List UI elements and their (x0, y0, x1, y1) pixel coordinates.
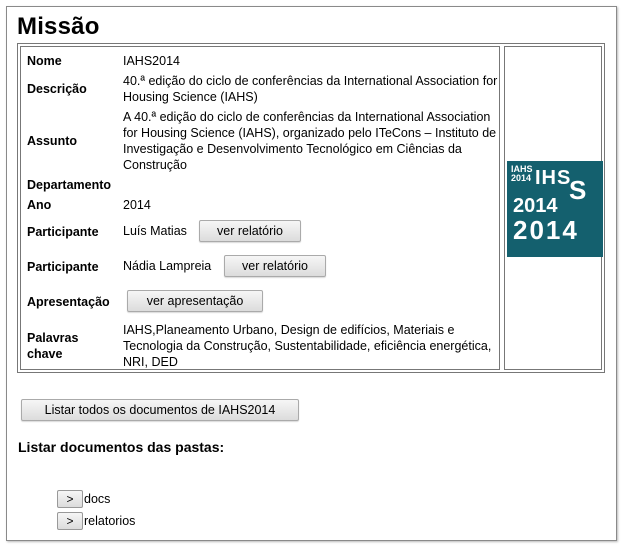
folder-name: docs (84, 491, 111, 506)
ver-relatorio-button[interactable]: ver relatório (199, 220, 301, 242)
main-panel: Missão Nome IAHS2014 Descrição 40.ª ediç… (6, 6, 617, 541)
logo-small-text: IAHS 2014 (511, 164, 533, 183)
nome-label: Nome (27, 54, 62, 68)
iahs-logo: IAHS 2014 IHS S 2014 2014 (507, 161, 603, 257)
ver-relatorio-button[interactable]: ver relatório (224, 255, 326, 277)
details-cell: Nome IAHS2014 Descrição 40.ª edição do c… (20, 46, 500, 370)
descricao-label: Descrição (27, 82, 87, 96)
nome-value: IAHS2014 (123, 54, 180, 68)
participante-label: Participante (27, 225, 99, 239)
ano-label: Ano (27, 198, 52, 212)
listar-todos-button[interactable]: Listar todos os documentos de IAHS2014 (21, 399, 299, 421)
folder-item-docs: > docs (57, 489, 110, 508)
palavras-label: Palavras chave (27, 331, 79, 361)
assunto-value: A 40.ª edição do ciclo de conferências d… (123, 110, 497, 172)
assunto-label: Assunto (27, 134, 77, 148)
folders-heading: Listar documentos das pastas: (18, 439, 225, 455)
folder-name: relatorios (84, 513, 136, 528)
page-title: Missão (17, 13, 100, 40)
participante-label: Participante (27, 260, 99, 274)
logo-cell: IAHS 2014 IHS S 2014 2014 (504, 46, 603, 370)
descricao-value: 40.ª edição do ciclo de conferências da … (123, 74, 498, 104)
logo-year2-text: 2014 (513, 215, 579, 245)
expand-folder-button[interactable]: > (57, 489, 83, 508)
logo-s-text: S (569, 175, 587, 205)
logo-top-text: IHS (535, 167, 572, 189)
palavras-value: IAHS,Planeamento Urbano, Design de edifí… (123, 323, 492, 369)
mission-table: Nome IAHS2014 Descrição 40.ª edição do c… (17, 43, 605, 373)
expand-folder-button[interactable]: > (57, 511, 83, 530)
participante-name: Luís Matias (123, 224, 187, 238)
folder-item-relatorios: > relatorios (57, 511, 135, 530)
ano-value: 2014 (123, 198, 151, 212)
ver-apresentacao-button[interactable]: ver apresentação (127, 290, 263, 312)
apresentacao-label: Apresentação (27, 295, 110, 309)
departamento-label: Departamento (27, 178, 112, 192)
